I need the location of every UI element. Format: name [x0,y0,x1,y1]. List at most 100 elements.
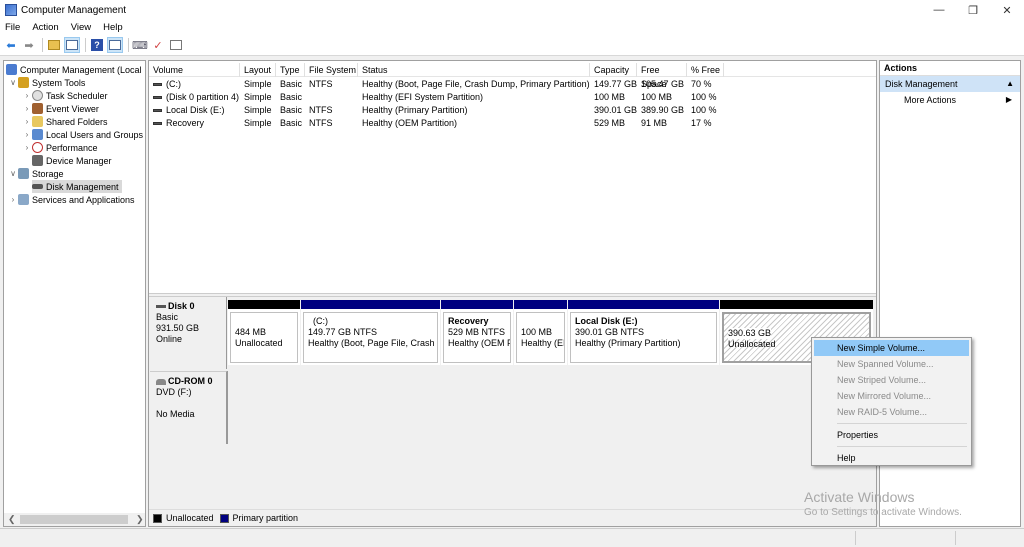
tree-item-services-applications[interactable]: › Services and Applications [8,193,135,206]
tree-item-event-viewer[interactable]: › Event Viewer [22,102,99,115]
tree-item-local-users[interactable]: › Local Users and Groups [22,128,143,141]
menu-item-new-spanned-volume[interactable]: New Spanned Volume... [814,356,969,372]
expanded-chevron-icon[interactable]: ∨ [8,78,18,87]
back-arrow-icon: ⬅ [6,39,16,52]
menu-item-new-striped-volume[interactable]: New Striped Volume... [814,372,969,388]
collapsed-chevron-icon[interactable]: › [8,195,18,204]
disk-type: Basic [156,312,179,322]
restore-button[interactable]: ❐ [956,0,990,20]
scrollbar-thumb[interactable] [20,515,128,524]
partition-color-bar [228,300,300,309]
cell-type: Basic [280,79,303,89]
tools-icon [18,77,29,88]
partition-recovery[interactable]: Recovery 529 MB NTFS Healthy (OEM F [441,300,513,365]
collapsed-chevron-icon[interactable]: › [22,104,32,113]
show-hide-action-pane-button[interactable] [107,37,123,53]
cell-layout: Simple [244,118,272,128]
disk-0-label[interactable]: Disk 0 Basic 931.50 GB Online [150,297,227,369]
tree-item-task-scheduler[interactable]: › Task Scheduler [22,89,108,102]
show-hide-console-tree-button[interactable] [64,37,80,53]
partition-efi[interactable]: 100 MB Healthy (EI [514,300,567,365]
tree-item-label: Disk Management [46,181,119,192]
column-header-percent-free[interactable]: % Free [687,63,724,77]
storage-icon [18,168,29,179]
cell-percent-free: 70 % [691,79,712,89]
partition-unallocated-484mb[interactable]: 484 MB Unallocated [228,300,300,365]
menu-item-new-mirrored-volume[interactable]: New Mirrored Volume... [814,388,969,404]
device-manager-icon [32,155,43,166]
collapsed-chevron-icon[interactable]: › [22,130,32,139]
cdrom-0-label[interactable]: CD-ROM 0 DVD (F:) No Media [150,371,227,444]
status-bar [0,528,1024,547]
menu-help[interactable]: Help [103,22,123,33]
cell-status: Healthy (Boot, Page File, Crash Dump, Pr… [362,79,590,89]
partition-status: Healthy (Boot, Page File, Crash D [308,338,438,348]
clock-icon [32,90,43,101]
menu-item-help[interactable]: Help [814,450,969,466]
cell-volume: Local Disk (E:) [149,104,240,117]
collapsed-chevron-icon[interactable]: › [22,143,32,152]
partition-size: 484 MB [235,327,267,337]
tree-item-disk-management[interactable]: Disk Management [32,180,122,193]
table-row[interactable]: (Disk 0 partition 4) Simple Basic Health… [149,91,876,104]
up-one-level-button[interactable] [46,37,62,53]
tree-item-storage[interactable]: ∨ Storage [8,167,64,180]
forward-arrow-icon: ➡ [24,39,34,52]
volume-name: Local Disk (E:) [166,105,225,115]
disk-size: 931.50 GB [156,323,200,333]
back-button[interactable]: ⬅ [3,37,19,53]
volume-name: (C:) [166,79,181,89]
tree-item-label: Shared Folders [46,116,108,127]
scroll-left-icon[interactable]: ❮ [8,514,16,525]
collapse-up-icon[interactable]: ▲ [1006,76,1014,92]
partition-size: 149.77 GB NTFS [308,327,378,337]
expanded-chevron-icon[interactable]: ∨ [8,169,18,178]
scroll-right-icon[interactable]: ❯ [136,514,144,525]
cdrom-media-area[interactable] [227,371,876,444]
cell-percent-free: 100 % [691,105,717,115]
column-header-file-system[interactable]: File System [305,63,358,77]
menu-action[interactable]: Action [32,22,58,33]
properties-button[interactable] [168,37,184,53]
volume-icon [153,122,162,126]
collapsed-chevron-icon[interactable]: › [22,117,32,126]
tree-item-device-manager[interactable]: Device Manager [22,154,112,167]
menu-item-new-raid5-volume[interactable]: New RAID-5 Volume... [814,404,969,420]
toolbar-separator [128,38,129,52]
legend-label: Primary partition [232,513,299,523]
menu-file[interactable]: File [5,22,20,33]
help-button[interactable]: ? [89,37,105,53]
check-button[interactable]: ✓ [150,37,166,53]
partition-size: 529 MB NTFS [448,327,506,337]
close-button[interactable]: ✕ [990,0,1024,20]
column-header-layout[interactable]: Layout [240,63,276,77]
actions-section-disk-management[interactable]: Disk Management ▲ [880,76,1020,92]
column-header-status[interactable]: Status [358,63,590,77]
partition-size: 390.63 GB [728,328,772,339]
menu-item-properties[interactable]: Properties [814,427,969,443]
column-header-free-space[interactable]: Free Space [637,63,687,89]
column-header-type[interactable]: Type [276,63,305,77]
cell-percent-free: 100 % [691,92,717,102]
partition-c[interactable]: (C:) 149.77 GB NTFS Healthy (Boot, Page … [301,300,440,365]
tree-item-performance[interactable]: › Performance [22,141,98,154]
tree-item-system-tools[interactable]: ∨ System Tools [8,76,85,89]
partition-title: Recovery [448,316,489,326]
table-row[interactable]: Local Disk (E:) Simple Basic NTFS Health… [149,104,876,117]
connect-button[interactable]: ⌨ [132,37,148,53]
menu-view[interactable]: View [71,22,91,33]
partition-local-disk-e[interactable]: Local Disk (E:) 390.01 GB NTFS Healthy (… [568,300,719,365]
minimize-button[interactable]: — [922,0,956,20]
column-header-volume[interactable]: Volume [149,63,240,77]
menu-item-new-simple-volume[interactable]: New Simple Volume... [814,340,969,356]
column-header-capacity[interactable]: Capacity [590,63,637,77]
table-row[interactable]: (C:) Simple Basic NTFS Healthy (Boot, Pa… [149,78,876,91]
action-more-actions[interactable]: More Actions ▶ [880,92,1020,108]
tree-horizontal-scrollbar[interactable]: ❮ ❯ [4,513,145,526]
collapsed-chevron-icon[interactable]: › [22,91,32,100]
table-row[interactable]: Recovery Simple Basic NTFS Healthy (OEM … [149,117,876,130]
tree-item-shared-folders[interactable]: › Shared Folders [22,115,108,128]
help-icon: ? [91,39,103,51]
forward-button[interactable]: ➡ [21,37,37,53]
tree-root[interactable]: Computer Management (Local [6,63,142,76]
